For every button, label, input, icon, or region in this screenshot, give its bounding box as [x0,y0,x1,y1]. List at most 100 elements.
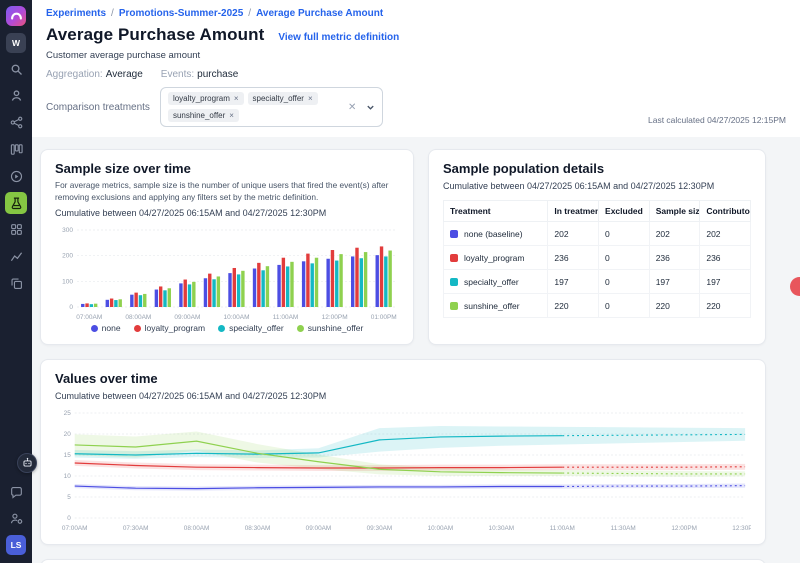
value-cell: 220 [548,294,599,318]
legend-dot [297,325,304,332]
column-header: Treatment [444,201,548,222]
treatment-chip[interactable]: sunshine_offer× [168,109,239,122]
sample-size-description: For average metrics, sample size is the … [55,180,390,203]
svg-text:08:00AM: 08:00AM [125,314,151,321]
account-settings-icon[interactable] [5,508,27,530]
column-header: Contributors [700,201,751,222]
values-title: Values over time [55,371,751,386]
treatment-chip[interactable]: loyalty_program× [168,92,244,105]
play-circle-icon[interactable] [5,165,27,187]
metric-subtitle: Customer average purchase amount [46,50,786,61]
legend-item[interactable]: none [91,323,121,333]
svg-text:10:30AM: 10:30AM [489,525,515,532]
treatment-name-cell: sunshine_offer [444,294,548,318]
legend-dot [134,325,141,332]
last-calculated-text: Last calculated 04/27/2025 12:15PM [648,115,786,125]
breadcrumb: Experiments / Promotions-Summer-2025 / A… [46,8,786,19]
breadcrumb-metric-name[interactable]: Average Purchase Amount [256,8,383,19]
breadcrumb-experiment-name[interactable]: Promotions-Summer-2025 [119,8,243,19]
breadcrumb-separator: / [111,8,114,19]
chat-icon[interactable] [5,481,27,503]
app-sidebar: W LS [0,0,32,563]
values-line-chart[interactable]: 051015202507:00AM07:30AM08:00AM08:30AM09… [55,405,751,533]
value-cell: 220 [700,294,751,318]
comparison-treatments-label: Comparison treatments [46,102,150,113]
workspace-badge[interactable]: W [6,33,26,53]
aggregation-label: Aggregation: [46,69,103,80]
values-cumulative: Cumulative between 04/27/2025 06:15AM an… [55,391,751,401]
users-icon[interactable] [5,85,27,107]
chip-remove-icon[interactable]: × [308,94,313,103]
page-header: Experiments / Promotions-Summer-2025 / A… [32,0,800,137]
table-row: loyalty_program2360236236 [444,246,751,270]
svg-text:01:00PM: 01:00PM [371,314,397,321]
sample-size-bar-chart[interactable]: 010020030007:00AM08:00AM09:00AM10:00AM11… [55,222,399,322]
treatment-color-swatch [450,230,458,238]
events-value: purchase [197,69,238,80]
treatment-chips: loyalty_program× specialty_offer× sunshine… [168,92,338,122]
treatment-color-swatch [450,254,458,262]
value-cell: 0 [599,222,650,246]
svg-text:0: 0 [69,304,73,311]
svg-text:5: 5 [67,494,71,501]
svg-text:200: 200 [62,253,73,260]
legend-item[interactable]: sunshine_offer [297,323,364,333]
svg-text:10:00AM: 10:00AM [428,525,454,532]
breadcrumb-experiments[interactable]: Experiments [46,8,106,19]
search-icon[interactable] [5,58,27,80]
chevron-down-icon[interactable] [366,103,375,112]
treatment-name-cell: specialty_offer [444,270,548,294]
svg-text:08:00AM: 08:00AM [184,525,210,532]
treatment-name-cell: loyalty_program [444,246,548,270]
sidebar-bottom-group: LS [5,453,27,557]
chip-remove-icon[interactable]: × [234,94,239,103]
comparison-treatments-select[interactable]: loyalty_program× specialty_offer× sunshine… [160,87,383,127]
legend-item[interactable]: specialty_offer [218,323,284,333]
svg-text:07:00AM: 07:00AM [76,314,102,321]
sample-size-title: Sample size over time [55,161,399,176]
value-cell: 0 [599,270,650,294]
view-metric-definition-link[interactable]: View full metric definition [278,32,399,43]
svg-text:09:30AM: 09:30AM [367,525,393,532]
treatment-chip[interactable]: specialty_offer× [248,92,318,105]
population-table: TreatmentIn treatmentExcludedSample size… [443,200,751,318]
apps-grid-icon[interactable] [5,219,27,241]
svg-text:20: 20 [64,431,72,438]
app-logo-icon[interactable] [6,6,26,26]
column-header: Sample size [649,201,700,222]
table-header-row: TreatmentIn treatmentExcludedSample size… [444,201,751,222]
population-cumulative: Cumulative between 04/27/2025 06:15AM an… [443,181,751,191]
experiments-flask-icon[interactable] [5,192,27,214]
breadcrumb-separator: / [248,8,251,19]
ai-assistant-button[interactable] [17,453,37,473]
value-cell: 236 [700,246,751,270]
svg-text:09:00AM: 09:00AM [306,525,332,532]
metrics-chart-icon[interactable] [5,246,27,268]
chart-legend: none loyalty_program specialty_offer sunshi… [55,323,399,333]
clear-selection-icon[interactable]: ✕ [346,102,358,113]
legend-item[interactable]: loyalty_program [134,323,205,333]
legend-dot [91,325,98,332]
svg-text:25: 25 [64,410,72,417]
svg-text:11:00AM: 11:00AM [273,314,299,321]
value-cell: 0 [599,246,650,270]
events-label: Events: [161,69,194,80]
svg-text:07:30AM: 07:30AM [123,525,149,532]
chip-remove-icon[interactable]: × [229,111,234,120]
value-cell: 197 [700,270,751,294]
network-icon[interactable] [5,112,27,134]
value-cell: 197 [649,270,700,294]
legend-dot [218,325,225,332]
main-content: Sample size over time For average metric… [32,137,800,563]
user-avatar-badge[interactable]: LS [6,535,26,555]
table-row: none (baseline)2020202202 [444,222,751,246]
columns-icon[interactable] [5,139,27,161]
sample-population-card: Sample population details Cumulative bet… [428,149,766,345]
column-header: Excluded [599,201,650,222]
metric-meta-row: Aggregation:Average Events:purchase [46,69,786,80]
value-cell: 197 [548,270,599,294]
svg-text:07:00AM: 07:00AM [62,525,88,532]
layers-icon[interactable] [5,272,27,294]
svg-text:12:30PM: 12:30PM [732,525,751,532]
svg-text:10:00AM: 10:00AM [223,314,249,321]
